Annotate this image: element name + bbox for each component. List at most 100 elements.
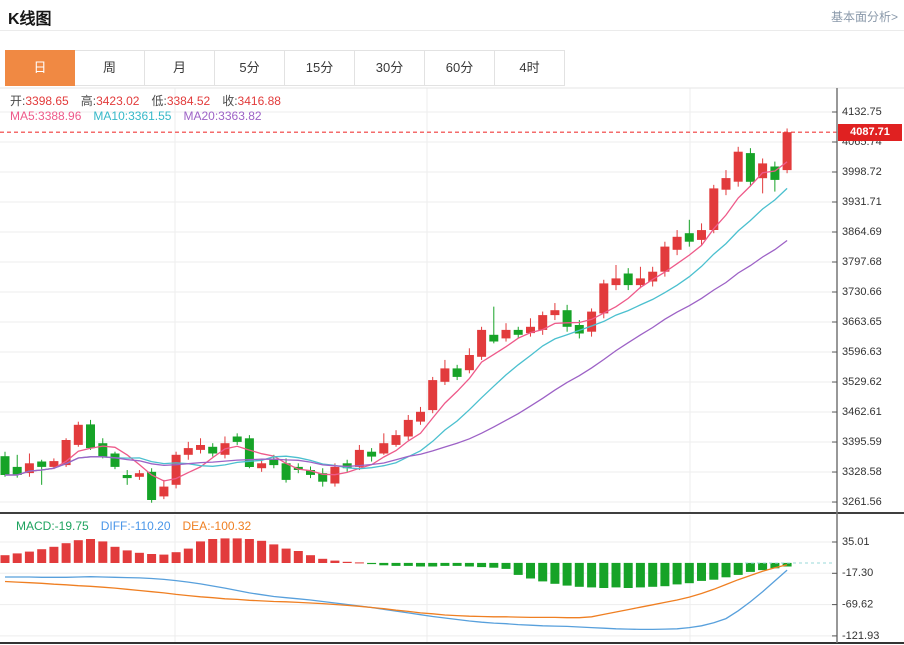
candle-body xyxy=(672,236,682,250)
candle-body xyxy=(745,153,755,182)
macd-hist-bar xyxy=(86,539,95,563)
macd-hist-bar xyxy=(489,562,499,568)
candle-body xyxy=(684,233,694,242)
info-label: 低: xyxy=(151,94,167,108)
macd-hist-bar xyxy=(330,560,340,563)
candle-body xyxy=(232,436,242,442)
info-value: 3384.52 xyxy=(166,94,211,108)
macd-hist-bar xyxy=(12,553,22,563)
macd-hist-bar xyxy=(428,562,438,567)
macd-hist-bar xyxy=(587,562,597,588)
macd-hist-bar xyxy=(379,562,389,566)
axis-label: 3328.58 xyxy=(842,466,882,478)
candle-body xyxy=(110,453,120,467)
macd-hist-bar xyxy=(196,541,205,563)
candle-body xyxy=(171,454,181,485)
candle-body xyxy=(257,463,267,469)
candle-body xyxy=(367,451,377,457)
info-label: MA20: xyxy=(183,109,219,123)
candle-body xyxy=(611,278,621,286)
axis-label: 3730.66 xyxy=(842,286,882,298)
candle-body xyxy=(587,311,597,332)
macd-hist-bar xyxy=(599,562,609,588)
info-label: DEA: xyxy=(182,519,211,533)
candle-body xyxy=(122,475,132,479)
macd-hist-bar xyxy=(257,540,267,563)
macd-hist-bar xyxy=(452,562,462,566)
candle-body xyxy=(134,473,144,477)
candle-body xyxy=(660,246,670,272)
macd-hist-bar xyxy=(342,561,352,563)
macd-hist-bar xyxy=(745,562,755,572)
diff-line xyxy=(5,569,788,631)
axis-label: 3395.59 xyxy=(842,436,882,448)
last-price-badge: 4087.71 xyxy=(838,124,902,141)
axis-label: 3596.63 xyxy=(842,346,882,358)
macd-hist-bar xyxy=(403,562,413,566)
axis-label: 35.01 xyxy=(842,536,870,548)
candle-body xyxy=(501,329,511,339)
info-label: 开: xyxy=(10,94,26,108)
macd-hist-bar xyxy=(110,546,120,563)
macd-hist-bar xyxy=(171,552,181,563)
axis-label: 3931.71 xyxy=(842,196,882,208)
info-label: MA5: xyxy=(10,109,39,123)
candle-body xyxy=(489,334,499,342)
candle-body xyxy=(635,278,645,286)
macd-hist-bar xyxy=(464,562,474,567)
macd-hist-bar xyxy=(183,548,193,563)
axis-label: 3261.56 xyxy=(842,496,882,508)
macd-hist-bar xyxy=(709,562,719,580)
macd-hist-bar xyxy=(318,558,328,563)
macd-hist-bar xyxy=(37,549,47,563)
macd-hist-bar xyxy=(232,538,242,563)
macd-hist-bar xyxy=(538,562,548,582)
axis-label: 3529.62 xyxy=(842,376,882,388)
candle-body xyxy=(452,368,462,377)
candle-body xyxy=(281,463,291,480)
ma-info: MA5:3388.96 MA10:3361.55 MA20:3363.82 xyxy=(10,109,274,123)
macd-hist-bar xyxy=(24,551,34,563)
macd-hist-bar xyxy=(513,562,523,575)
candle-body xyxy=(697,230,706,240)
macd-hist-bar xyxy=(49,546,59,563)
macd-hist-bar xyxy=(134,552,144,563)
macd-hist-bar xyxy=(147,554,157,563)
axis-label: 3998.72 xyxy=(842,166,882,178)
candle-body xyxy=(428,380,438,411)
candle-body xyxy=(440,368,450,382)
macd-hist-bar xyxy=(61,543,71,563)
dea-line xyxy=(4,564,788,619)
macd-hist-bar xyxy=(220,538,230,563)
macd-hist-bar xyxy=(648,562,658,587)
info-label: 高: xyxy=(80,94,97,108)
macd-hist-bar xyxy=(440,562,450,566)
macd-hist-bar xyxy=(293,551,303,563)
candle-body xyxy=(599,283,609,314)
candle-body xyxy=(550,310,560,316)
axis-label: 3864.69 xyxy=(842,226,882,238)
macd-hist-bar xyxy=(354,562,364,564)
candle-body xyxy=(464,355,474,371)
info-value: -110.20 xyxy=(130,519,171,533)
ohlc-info: 开:3398.65 高:3423.02 低:3384.52 收:3416.88 xyxy=(10,92,293,109)
candle-body xyxy=(0,456,10,475)
candle-body xyxy=(354,449,364,467)
macd-info: MACD:-19.75 DIFF:-110.20 DEA:-100.32 xyxy=(16,519,263,533)
candle-body xyxy=(709,188,719,230)
axis-label: 3663.65 xyxy=(842,316,882,328)
candle-body xyxy=(733,151,743,182)
macd-hist-bar xyxy=(635,562,645,588)
info-value: 3398.65 xyxy=(25,94,69,108)
candle-body xyxy=(98,443,108,457)
info-label: DIFF: xyxy=(100,519,131,533)
macd-hist-bar xyxy=(159,554,169,563)
candle-body xyxy=(183,448,193,455)
candle-body xyxy=(208,446,218,454)
candle-body xyxy=(562,310,572,327)
macd-hist-bar xyxy=(281,548,291,563)
macd-hist-bar xyxy=(98,541,108,563)
info-value: -19.75 xyxy=(54,519,89,533)
axis-label: 3797.68 xyxy=(842,256,882,268)
info-value: 3361.55 xyxy=(128,109,172,123)
